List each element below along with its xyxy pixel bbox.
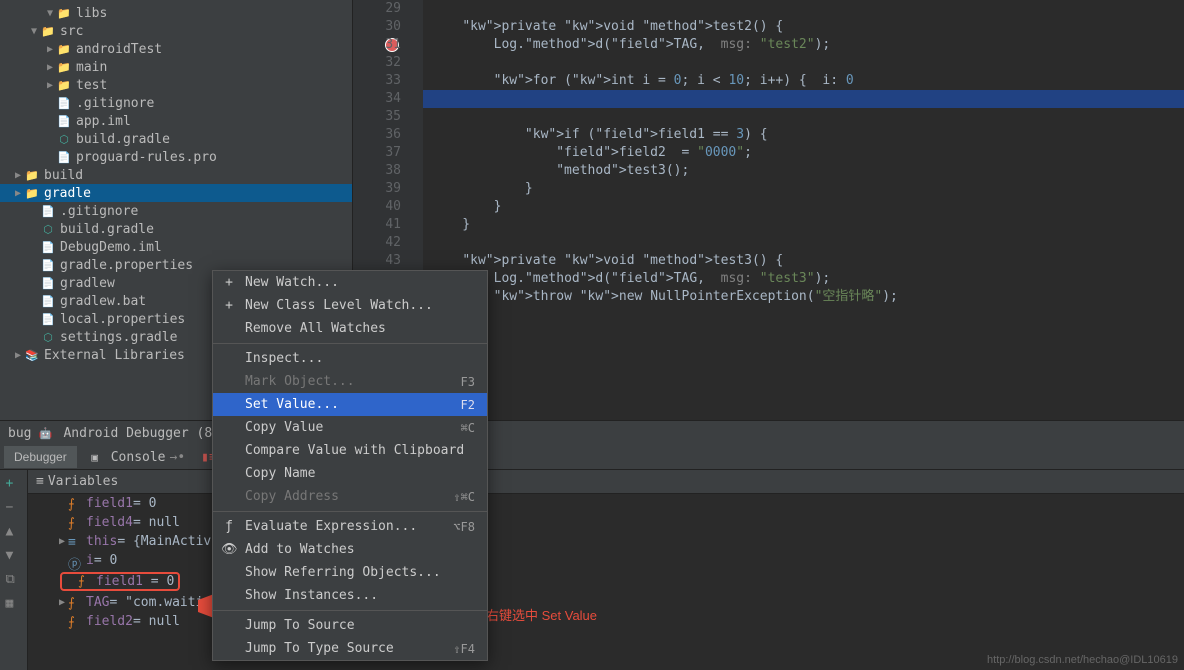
- gradle-icon: ⬡: [40, 329, 56, 345]
- var-icon: ≡: [68, 535, 82, 549]
- variable-row[interactable]: ▶⨍TAG = "com.waitin: [28, 593, 1184, 612]
- tree-item[interactable]: ⬡build.gradle: [0, 130, 352, 148]
- variable-row[interactable]: ⨍field1 = 0: [28, 494, 1184, 513]
- debug-session-header: bug 🤖 Android Debugger (8608): [0, 420, 1184, 445]
- var-icon: ⨍: [68, 615, 82, 629]
- menu-item[interactable]: ƒEvaluate Expression...⌥F8: [213, 515, 487, 538]
- file-icon: 📄: [40, 203, 56, 219]
- menu-item[interactable]: Jump To Source: [213, 614, 487, 637]
- menu-icon: +: [221, 275, 237, 290]
- menu-item[interactable]: +New Watch...: [213, 271, 487, 294]
- var-icon: ⨍: [68, 497, 82, 511]
- file-icon: 📄: [40, 311, 56, 327]
- tree-item[interactable]: 📄app.iml: [0, 112, 352, 130]
- menu-icon: ƒ: [221, 519, 237, 534]
- tree-item[interactable]: ▶📁build: [0, 166, 352, 184]
- vars-toolbar[interactable]: + − ▲ ▼ ⧉ ▦: [0, 470, 28, 670]
- folder-icon: 📁: [56, 41, 72, 57]
- tree-item[interactable]: 📄.gitignore: [0, 94, 352, 112]
- file-icon: 📄: [40, 257, 56, 273]
- folder-icon: 📁: [24, 167, 40, 183]
- console-icon: ▣: [87, 449, 103, 465]
- up-icon[interactable]: ▲: [6, 524, 22, 540]
- menu-item[interactable]: 👁Add to Watches: [213, 538, 487, 561]
- menu-item[interactable]: Inspect...: [213, 347, 487, 370]
- debug-tabs[interactable]: Debugger ▣ Console →• ▮≡: [0, 445, 1184, 470]
- folder-icon: 📁: [56, 5, 72, 21]
- menu-icon: +: [221, 298, 237, 313]
- copy-icon[interactable]: ⧉: [6, 572, 22, 588]
- tree-item[interactable]: 📄.gitignore: [0, 202, 352, 220]
- variable-row[interactable]: ▶≡this = {MainActivit: [28, 532, 1184, 551]
- tree-item[interactable]: ▼📁libs: [0, 4, 352, 22]
- var-icon: ⨍: [68, 516, 82, 530]
- tree-item[interactable]: 📄proguard-rules.pro: [0, 148, 352, 166]
- vars-tab-icon: ≡: [36, 474, 44, 489]
- menu-item[interactable]: Set Value...F2: [213, 393, 487, 416]
- tree-item[interactable]: ▶📁test: [0, 76, 352, 94]
- menu-item[interactable]: Remove All Watches: [213, 317, 487, 340]
- file-icon: 📄: [56, 149, 72, 165]
- file-icon: 📄: [40, 275, 56, 291]
- var-icon: ⨍: [78, 574, 92, 588]
- variables-header: ≡ Variables: [28, 470, 1184, 494]
- lib-icon: 📚: [24, 347, 40, 363]
- tab-debugger[interactable]: Debugger: [4, 446, 77, 468]
- folder-icon: 📁: [56, 59, 72, 75]
- variable-row[interactable]: ⨍field4 = null: [28, 513, 1184, 532]
- file-icon: 📄: [40, 293, 56, 309]
- android-icon: 🤖: [37, 425, 53, 441]
- gradle-icon: ⬡: [40, 221, 56, 237]
- file-icon: 📄: [56, 95, 72, 111]
- gradle-icon: ⬡: [56, 131, 72, 147]
- menu-item[interactable]: Copy Name: [213, 462, 487, 485]
- menu-item[interactable]: +New Class Level Watch...: [213, 294, 487, 317]
- add-watch-icon[interactable]: +: [6, 476, 22, 492]
- folder-icon: 📁: [24, 185, 40, 201]
- tree-item[interactable]: ▶📁gradle: [0, 184, 352, 202]
- layout-icon[interactable]: ▦: [6, 596, 22, 612]
- variable-row[interactable]: ⨍field1 = 0: [28, 570, 1184, 593]
- file-icon: 📄: [40, 239, 56, 255]
- watermark: http://blog.csdn.net/hechao@IDL10619: [987, 654, 1178, 666]
- menu-item[interactable]: Jump To Type Source⇧F4: [213, 637, 487, 660]
- tab-console[interactable]: ▣ Console →•: [77, 445, 195, 469]
- remove-watch-icon[interactable]: −: [6, 500, 22, 516]
- file-icon: 📄: [56, 113, 72, 129]
- menu-item[interactable]: Show Instances...: [213, 584, 487, 607]
- var-icon: ⨍: [68, 596, 82, 610]
- menu-item: Copy Address⇧⌘C: [213, 485, 487, 508]
- menu-item: Mark Object...F3: [213, 370, 487, 393]
- folder-icon: 📁: [56, 77, 72, 93]
- folder-icon: 📁: [40, 23, 56, 39]
- variable-row[interactable]: ⓟi = 0: [28, 551, 1184, 570]
- down-icon[interactable]: ▼: [6, 548, 22, 564]
- menu-item[interactable]: Copy Value⌘C: [213, 416, 487, 439]
- var-icon: ⓟ: [68, 554, 82, 568]
- tree-item[interactable]: ▶📁androidTest: [0, 40, 352, 58]
- variable-row[interactable]: ⨍field2 = null: [28, 612, 1184, 631]
- menu-icon: 👁: [221, 542, 237, 557]
- menu-item[interactable]: Compare Value with Clipboard: [213, 439, 487, 462]
- tree-item[interactable]: 📄DebugDemo.iml: [0, 238, 352, 256]
- tree-item[interactable]: ▼📁src: [0, 22, 352, 40]
- menu-item[interactable]: Show Referring Objects...: [213, 561, 487, 584]
- tree-item[interactable]: ⬡build.gradle: [0, 220, 352, 238]
- tree-item[interactable]: ▶📁main: [0, 58, 352, 76]
- context-menu[interactable]: +New Watch... +New Class Level Watch...R…: [212, 270, 488, 661]
